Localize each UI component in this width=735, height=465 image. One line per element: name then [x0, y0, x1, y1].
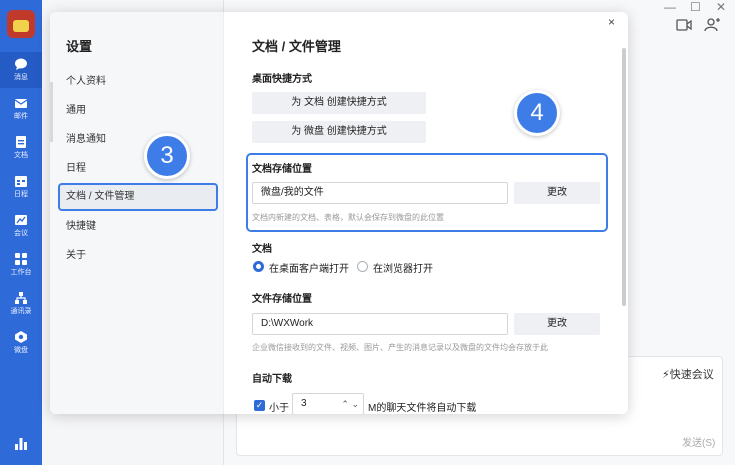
- quick-meeting-label: 快速会议: [669, 369, 714, 381]
- rail-label: 文档: [14, 152, 28, 159]
- create-drive-shortcut-button[interactable]: 为 微盘 创建快捷方式: [252, 121, 426, 143]
- doc-open-section-label: 文档: [252, 244, 272, 255]
- rail-label: 会议: [14, 230, 28, 237]
- maximize-button[interactable]: ☐: [690, 0, 701, 14]
- avatar[interactable]: [7, 10, 35, 38]
- mail-icon: [14, 99, 28, 108]
- rail-item-messages[interactable]: 消息: [0, 52, 42, 88]
- calendar-icon: [15, 176, 27, 187]
- lightning-icon: ⚡: [662, 369, 670, 381]
- rail-label: 消息: [14, 74, 28, 81]
- contacts-icon: [15, 292, 27, 304]
- video-call-icon[interactable]: [676, 18, 692, 32]
- sidebar-scrollbar[interactable]: [50, 82, 53, 142]
- add-member-icon[interactable]: [704, 18, 720, 32]
- file-storage-change-button[interactable]: 更改: [514, 313, 600, 335]
- nav-item-notifications[interactable]: 消息通知: [58, 126, 218, 154]
- size-suffix-label: M的聊天文件将自动下载: [368, 403, 477, 414]
- doc-storage-label: 文档存储位置: [252, 164, 312, 175]
- open-browser-label[interactable]: 在浏览器打开: [373, 260, 433, 275]
- meeting-icon: [15, 215, 27, 225]
- rail-label: 工作台: [10, 269, 32, 276]
- rail-item-contacts[interactable]: 通讯录: [0, 286, 42, 322]
- chat-bubble-icon: [15, 58, 27, 70]
- create-doc-shortcut-button[interactable]: 为 文档 创建快捷方式: [252, 92, 426, 114]
- auto-download-checkbox[interactable]: ✓: [254, 400, 265, 411]
- quick-meeting-button[interactable]: ⚡快速会议: [662, 366, 714, 382]
- nav-item-schedule[interactable]: 日程: [58, 155, 218, 183]
- file-storage-label: 文件存储位置: [252, 294, 312, 305]
- doc-storage-hint: 文档内新建的文档、表格，默认会保存到微盘的此位置: [252, 213, 444, 222]
- doc-storage-input[interactable]: 微盘/我的文件: [252, 182, 508, 204]
- nav-item-general[interactable]: 通用: [58, 97, 218, 125]
- more-apps-icon[interactable]: [15, 438, 27, 450]
- nav-rail: 消息 邮件 文档 日程 会议 工作台 通讯录 微盘: [0, 0, 42, 465]
- rail-item-workbench[interactable]: 工作台: [0, 247, 42, 283]
- window-close-button[interactable]: ✕: [716, 0, 726, 14]
- step-4-badge: 4: [514, 90, 560, 136]
- rail-label: 邮件: [14, 113, 28, 120]
- stepper-arrows-icon[interactable]: ⌃ ⌄: [341, 394, 359, 414]
- doc-storage-change-button[interactable]: 更改: [514, 182, 600, 204]
- open-desktop-radio[interactable]: [253, 261, 264, 272]
- rail-label: 通讯录: [10, 308, 32, 315]
- settings-dialog: 设置 个人资料 通用 消息通知 日程 文档 / 文件管理 快捷键 关于 × 文档…: [50, 12, 628, 414]
- auto-download-label: 自动下载: [252, 374, 292, 385]
- send-button[interactable]: 发送(S): [682, 434, 715, 449]
- content-title: 文档 / 文件管理: [252, 39, 341, 54]
- content-scrollbar[interactable]: [622, 48, 626, 306]
- rail-item-drive[interactable]: 微盘: [0, 325, 42, 361]
- drive-icon: [15, 331, 27, 343]
- shortcut-section-label: 桌面快捷方式: [252, 74, 312, 85]
- minimize-button[interactable]: —: [664, 0, 676, 14]
- rail-item-docs[interactable]: 文档: [0, 130, 42, 166]
- open-browser-radio[interactable]: [357, 261, 368, 272]
- rail-label: 日程: [14, 191, 28, 198]
- rail-label: 微盘: [14, 347, 28, 354]
- rail-item-calendar[interactable]: 日程: [0, 169, 42, 205]
- rail-item-meeting[interactable]: 会议: [0, 208, 42, 244]
- size-value: 3: [301, 398, 307, 409]
- nav-item-about[interactable]: 关于: [58, 242, 218, 270]
- nav-item-profile[interactable]: 个人资料: [58, 68, 218, 96]
- rail-item-mail[interactable]: 邮件: [0, 91, 42, 127]
- nav-item-shortcuts[interactable]: 快捷键: [58, 213, 218, 241]
- nav-item-docs-files[interactable]: 文档 / 文件管理: [58, 183, 218, 211]
- file-storage-input[interactable]: D:\WXWork: [252, 313, 508, 335]
- settings-title: 设置: [66, 39, 93, 54]
- file-storage-hint: 企业微信接收到的文件、视频、图片、产生的消息记录以及微盘的文件均会存放于此: [252, 343, 548, 352]
- document-icon: [16, 136, 26, 148]
- less-than-label: 小于: [269, 403, 289, 414]
- settings-content: 文档 / 文件管理 桌面快捷方式 为 文档 创建快捷方式 为 微盘 创建快捷方式…: [224, 12, 628, 414]
- open-desktop-label[interactable]: 在桌面客户端打开: [269, 260, 349, 275]
- size-stepper[interactable]: 3 ⌃ ⌄: [292, 393, 364, 414]
- grid-icon: [15, 253, 27, 265]
- settings-sidebar: 设置 个人资料 通用 消息通知 日程 文档 / 文件管理 快捷键 关于: [50, 12, 224, 414]
- step-3-badge: 3: [144, 133, 190, 179]
